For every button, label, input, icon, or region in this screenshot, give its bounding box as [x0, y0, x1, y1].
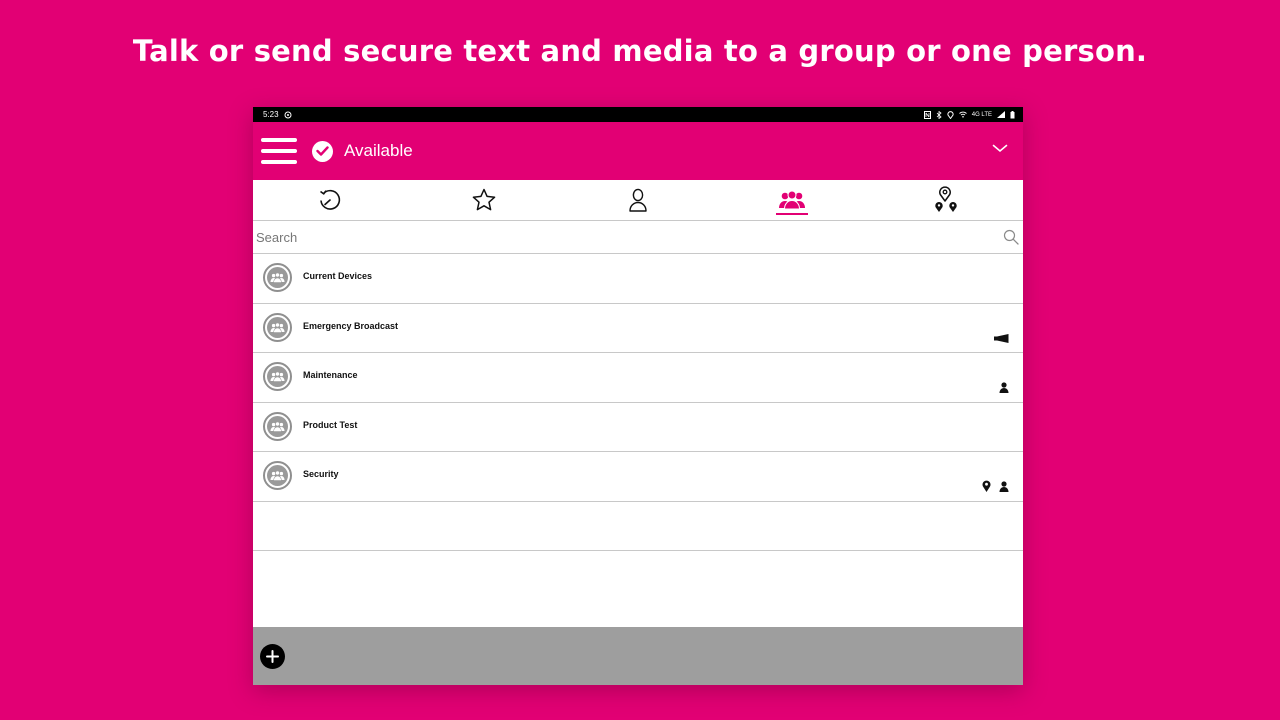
group-avatar-icon — [270, 421, 285, 432]
group-avatar — [263, 461, 292, 490]
group-name: Maintenance — [303, 370, 358, 380]
location-pin-icon — [982, 480, 991, 492]
person-icon — [629, 188, 647, 212]
list-item[interactable]: Product Test — [253, 403, 1023, 452]
group-name: Emergency Broadcast — [303, 320, 399, 331]
search-input[interactable] — [256, 229, 1003, 245]
group-name: Product Test — [303, 419, 358, 430]
group-icon — [779, 190, 805, 210]
promo-headline: Talk or send secure text and media to a … — [132, 34, 1148, 68]
list-item[interactable]: Maintenance — [253, 353, 1023, 403]
group-name: Security — [303, 469, 339, 479]
tab-groups[interactable] — [715, 180, 869, 220]
search-icon[interactable] — [1003, 229, 1019, 245]
group-avatar — [263, 312, 292, 342]
group-avatar-icon — [270, 322, 285, 333]
bluetooth-icon — [936, 110, 942, 119]
list-item[interactable]: Emergency Broadcast — [253, 304, 1023, 353]
group-avatar — [263, 411, 292, 441]
person-icon — [999, 381, 1009, 393]
group-avatar — [263, 263, 292, 292]
status-time: 5:23 — [263, 110, 279, 119]
signal-icon — [997, 111, 1005, 118]
battery-icon — [1010, 110, 1015, 118]
group-avatar-icon — [270, 272, 285, 283]
group-indicators — [982, 480, 1009, 492]
availability-check-icon[interactable] — [312, 140, 333, 162]
group-avatar-icon — [270, 371, 285, 382]
list-item[interactable]: Current Devices — [253, 254, 1023, 304]
group-avatar-icon — [270, 470, 285, 481]
tab-bar — [253, 180, 1023, 221]
group-indicators — [994, 334, 1009, 343]
person-icon — [999, 480, 1009, 492]
tab-contacts[interactable] — [561, 180, 715, 220]
app-bar: Available — [253, 122, 1023, 180]
history-icon — [320, 189, 341, 210]
chevron-down-icon[interactable] — [992, 144, 1008, 153]
menu-icon[interactable] — [261, 138, 297, 164]
megaphone-icon — [994, 334, 1009, 343]
active-tab-indicator — [776, 213, 808, 215]
availability-status[interactable]: Available — [344, 141, 413, 161]
group-avatar — [263, 362, 292, 391]
device-screen: 5:23 4G LTE Available Search Current Dev… — [253, 107, 1023, 685]
bottom-bar — [253, 627, 1023, 685]
tab-favorites[interactable] — [407, 180, 561, 220]
location-status-icon — [947, 110, 954, 119]
star-icon — [472, 188, 496, 211]
nfc-icon — [923, 110, 931, 119]
wifi-icon — [958, 111, 967, 118]
location-pins-icon — [935, 186, 957, 212]
group-name: Current Devices — [303, 271, 373, 281]
tab-map[interactable] — [869, 180, 1023, 220]
tab-recents[interactable] — [253, 180, 407, 220]
search-bar — [253, 221, 1023, 254]
app-notification-icon — [284, 111, 292, 118]
status-bar: 5:23 4G LTE — [253, 107, 1023, 122]
empty-row — [253, 502, 1023, 551]
plus-icon — [266, 650, 279, 663]
group-list: Current Devices Emergency Broadcast Main… — [253, 254, 1023, 551]
network-label: 4G LTE — [971, 111, 992, 118]
add-button[interactable] — [260, 644, 285, 669]
list-item[interactable]: Security — [253, 452, 1023, 502]
group-indicators — [999, 381, 1009, 393]
